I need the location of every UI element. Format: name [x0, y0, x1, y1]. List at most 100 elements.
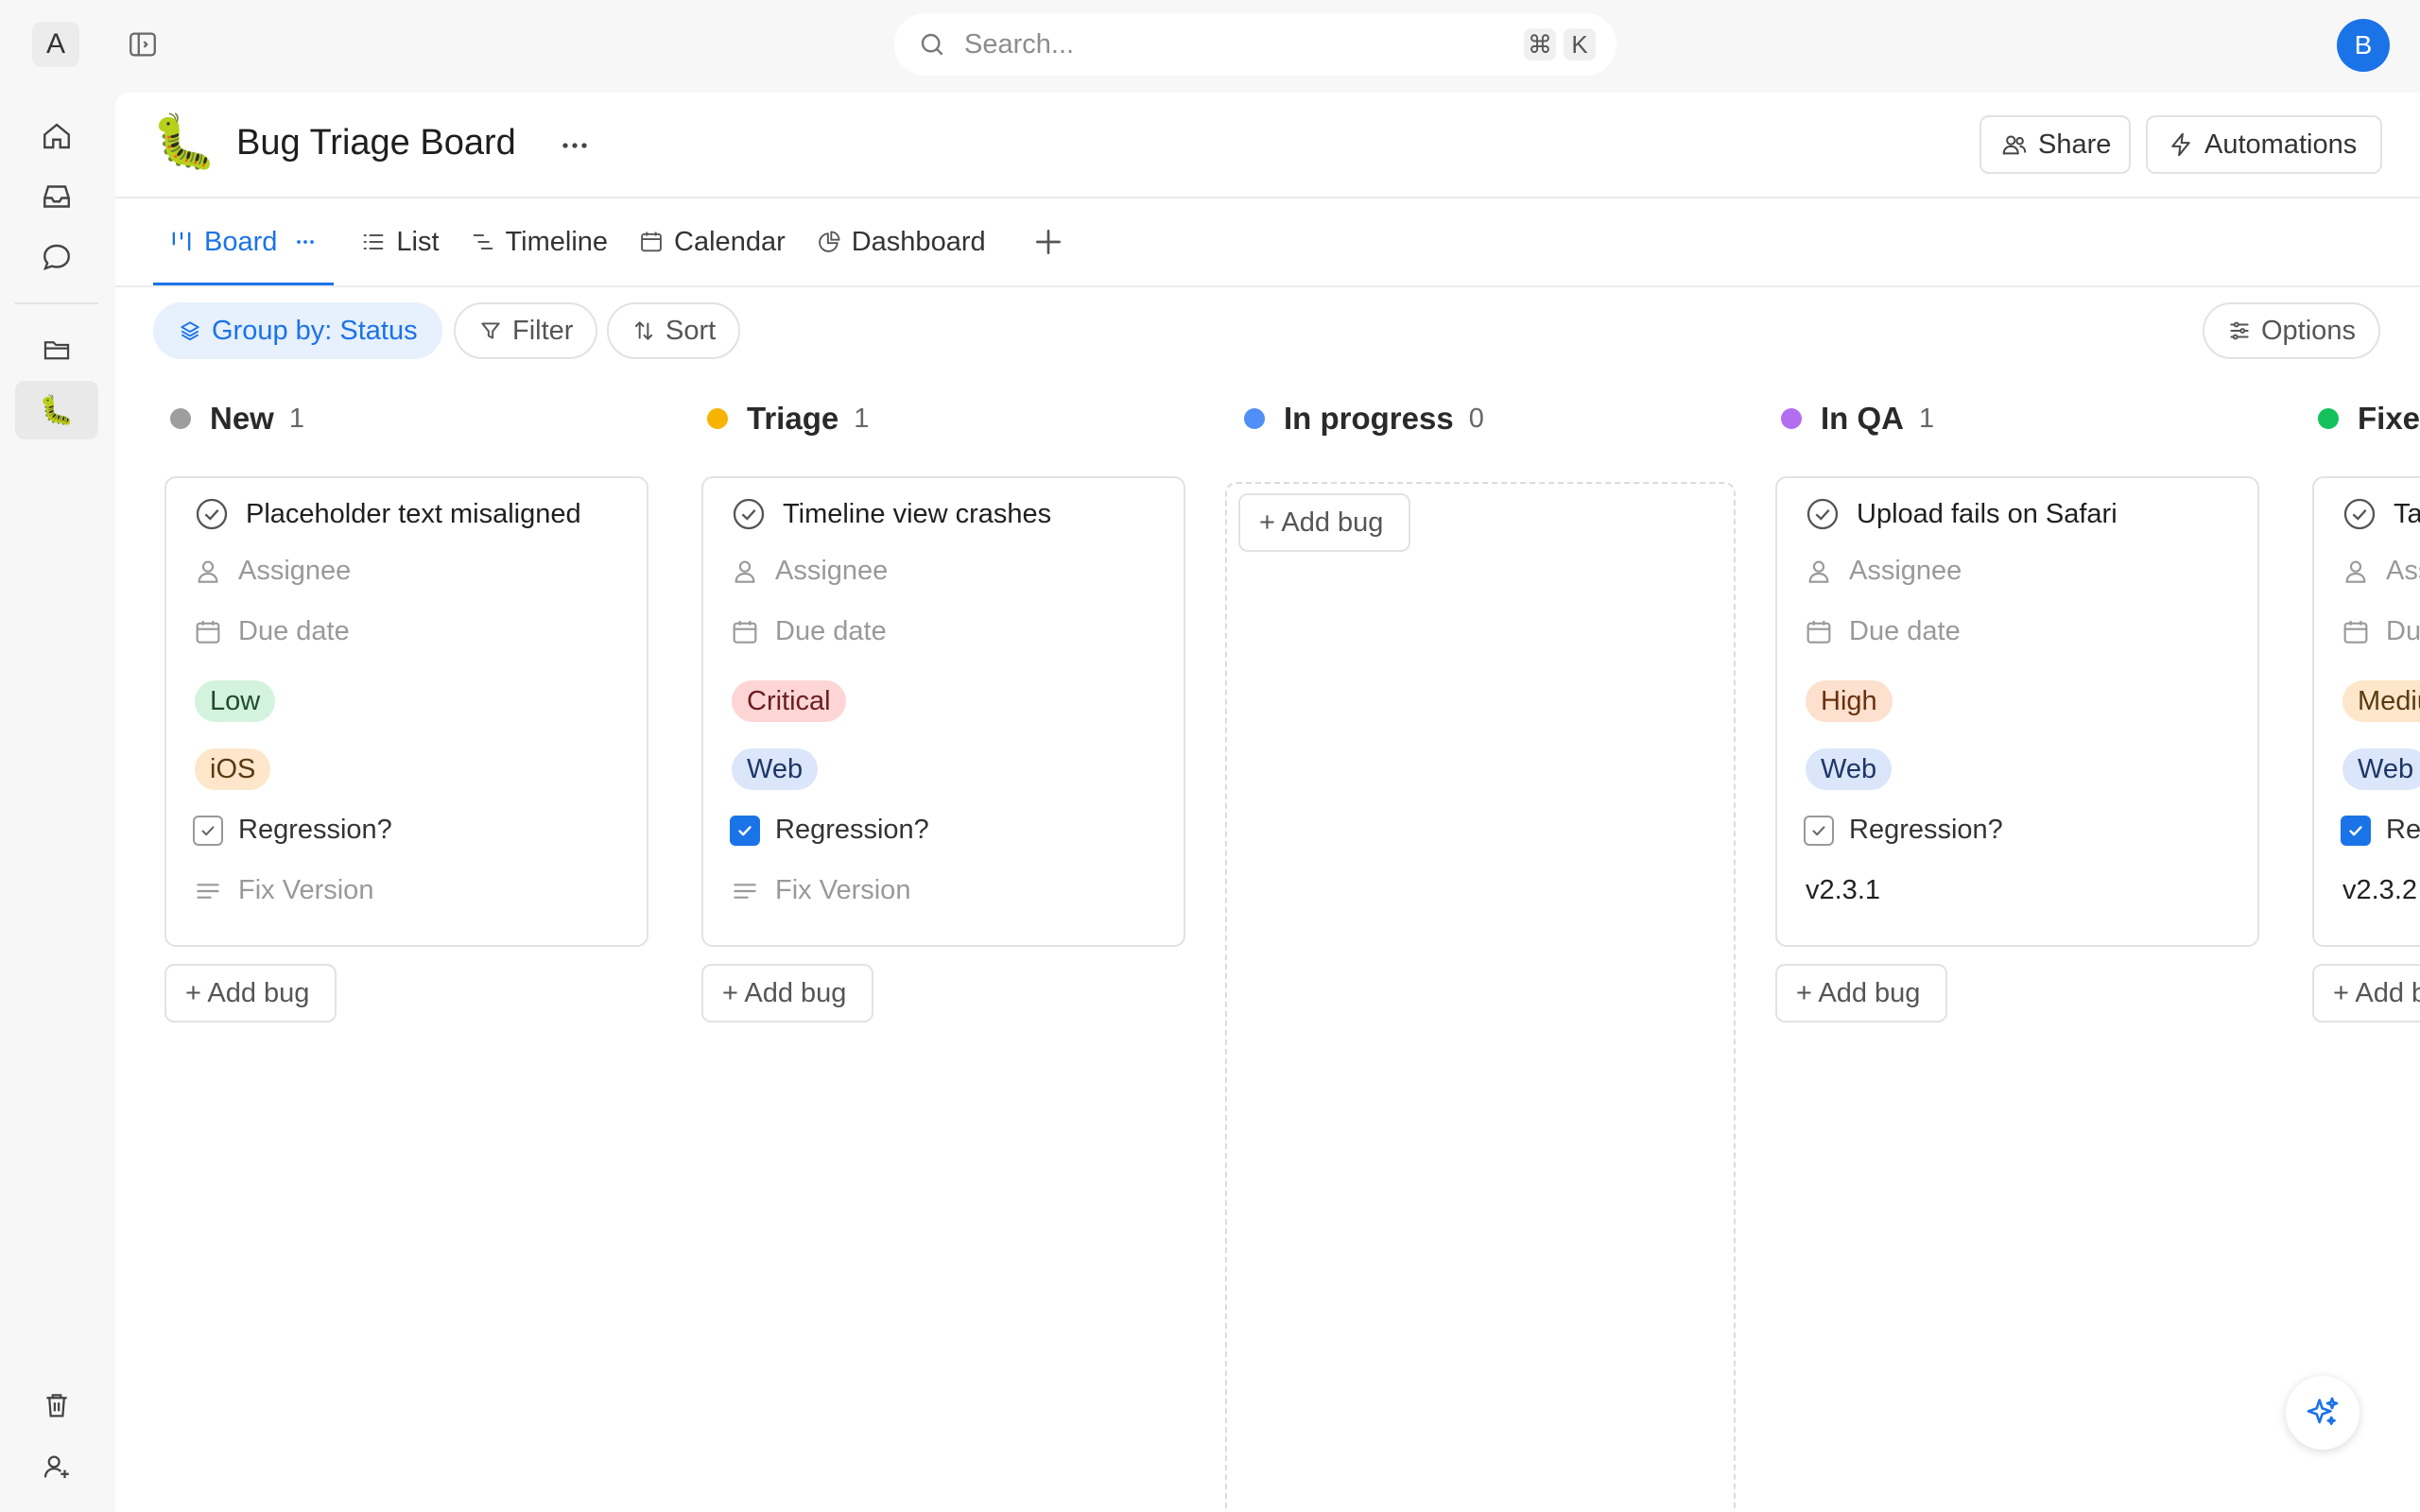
- status-check-icon[interactable]: [2341, 495, 2378, 533]
- fix-version-field[interactable]: v2.3.2: [2342, 875, 2417, 906]
- group-by-button[interactable]: Group by: Status: [153, 302, 442, 359]
- assignee-placeholder: Assignee: [238, 556, 352, 586]
- column-header-triage[interactable]: Triage 1: [707, 401, 869, 437]
- card-title-row: Timeline view crashes: [730, 495, 1051, 533]
- tab-calendar[interactable]: Calendar: [623, 198, 801, 285]
- bug-card[interactable]: Timeline view crashes Assignee Due date …: [701, 476, 1185, 947]
- card-title-row: Ta: [2341, 495, 2420, 533]
- assignee-field[interactable]: Assignee: [730, 556, 888, 587]
- due-date-field[interactable]: Due date: [730, 616, 887, 647]
- add-bug-button[interactable]: + Add bug: [1775, 964, 1947, 1022]
- home-icon[interactable]: [36, 115, 78, 157]
- add-user-icon[interactable]: [36, 1446, 78, 1487]
- fix-version-field[interactable]: v2.3.1: [1806, 875, 1880, 906]
- due-date-placeholder: Due date: [238, 616, 350, 646]
- group-by-label: Group by: Status: [212, 315, 418, 346]
- column-header-in-qa[interactable]: In QA 1: [1781, 401, 1934, 437]
- inbox-icon[interactable]: [36, 176, 78, 217]
- caterpillar-icon[interactable]: 🐛: [36, 389, 78, 431]
- shortcut-key: K: [1564, 28, 1596, 60]
- regression-checkbox[interactable]: [193, 815, 223, 846]
- assignee-field[interactable]: Assignee: [1804, 556, 1962, 587]
- add-view-icon[interactable]: [1029, 223, 1067, 261]
- chat-icon[interactable]: [36, 236, 78, 278]
- filter-button[interactable]: Filter: [454, 302, 598, 359]
- filter-label: Filter: [512, 315, 574, 346]
- board-icon: [168, 229, 195, 255]
- fix-version-value: v2.3.2: [2342, 875, 2417, 905]
- fix-version-placeholder: Fix Version: [238, 875, 374, 905]
- priority-badge[interactable]: Low: [195, 680, 276, 722]
- regression-field[interactable]: Regression?: [1804, 815, 2003, 846]
- search-bar[interactable]: Search... ⌘ K: [894, 13, 1616, 76]
- options-button[interactable]: Options: [2203, 302, 2380, 359]
- assignee-field[interactable]: Assignee: [193, 556, 351, 587]
- priority-badge[interactable]: Critical: [732, 680, 846, 722]
- person-icon: [2341, 557, 2371, 587]
- share-button[interactable]: Share: [1979, 115, 2131, 174]
- workspace-switcher[interactable]: A: [32, 22, 79, 67]
- add-bug-button[interactable]: + Add bug: [2312, 964, 2420, 1022]
- calendar-icon: [638, 229, 665, 255]
- assignee-field[interactable]: Assignee: [2341, 556, 2420, 587]
- bug-card[interactable]: Upload fails on Safari Assignee Due date…: [1775, 476, 2259, 947]
- priority-badge[interactable]: High: [1806, 680, 1893, 722]
- tab-dashboard[interactable]: Dashboard: [801, 198, 1001, 285]
- page-title[interactable]: Bug Triage Board: [236, 123, 516, 163]
- due-date-field[interactable]: Due date: [1804, 616, 1961, 647]
- platform-badge[interactable]: Web: [2342, 748, 2420, 790]
- ai-assistant-button[interactable]: [2286, 1376, 2360, 1450]
- calendar-icon: [730, 617, 760, 647]
- due-date-placeholder: Due date: [1849, 616, 1961, 646]
- calendar-icon: [1804, 617, 1834, 647]
- share-label: Share: [2038, 129, 2112, 160]
- column-header-new[interactable]: New 1: [170, 401, 304, 437]
- column-header-in-progress[interactable]: In progress 0: [1244, 401, 1484, 437]
- fix-version-field[interactable]: Fix Version: [193, 875, 373, 906]
- status-check-icon[interactable]: [730, 495, 768, 533]
- fix-version-field[interactable]: Fix Version: [730, 875, 910, 906]
- platform-badge[interactable]: iOS: [195, 748, 271, 790]
- add-bug-button[interactable]: + Add bug: [1238, 493, 1410, 552]
- tab-board[interactable]: Board: [153, 198, 335, 285]
- column-count: 1: [854, 403, 870, 434]
- regression-field[interactable]: Regression?: [730, 815, 929, 846]
- search-input[interactable]: Search...: [964, 29, 1516, 60]
- more-options-icon[interactable]: [556, 127, 594, 164]
- regression-checkbox[interactable]: [2341, 815, 2371, 846]
- column-count: 1: [1919, 403, 1935, 434]
- trash-icon[interactable]: [36, 1384, 78, 1426]
- status-check-icon[interactable]: [193, 495, 231, 533]
- user-avatar[interactable]: B: [2337, 19, 2390, 72]
- assignee-placeholder: Assignee: [775, 556, 889, 586]
- tab-timeline[interactable]: Timeline: [455, 198, 624, 285]
- sidebar-toggle-icon[interactable]: [127, 28, 159, 60]
- regression-field[interactable]: Regression?: [193, 815, 392, 846]
- platform-badge[interactable]: Web: [1806, 748, 1893, 790]
- sort-label: Sort: [666, 315, 717, 346]
- regression-checkbox[interactable]: [730, 815, 760, 846]
- regression-field[interactable]: Regression?: [2341, 815, 2420, 846]
- bug-card[interactable]: Placeholder text misaligned Assignee Due…: [164, 476, 648, 947]
- sort-icon: [631, 318, 656, 343]
- bug-card[interactable]: Ta Assignee Due date Medium Web Regressi…: [2312, 476, 2420, 947]
- empty-column-dropzone[interactable]: [1225, 482, 1736, 1512]
- status-check-icon[interactable]: [1804, 495, 1841, 533]
- sort-button[interactable]: Sort: [607, 302, 741, 359]
- due-date-field[interactable]: Due date: [193, 616, 350, 647]
- tab-list[interactable]: List: [345, 198, 454, 285]
- tab-label: List: [396, 226, 440, 257]
- text-lines-icon: [193, 876, 223, 906]
- add-bug-button[interactable]: + Add bug: [701, 964, 873, 1022]
- due-date-field[interactable]: Due date: [2341, 616, 2420, 647]
- add-bug-button[interactable]: + Add bug: [164, 964, 337, 1022]
- automations-button[interactable]: Automations: [2146, 115, 2382, 174]
- folder-icon[interactable]: [36, 329, 78, 370]
- tab-more-icon[interactable]: [292, 229, 319, 255]
- column-header-fixed[interactable]: Fixed: [2318, 401, 2420, 437]
- card-title: Ta: [2394, 498, 2420, 529]
- priority-badge[interactable]: Medium: [2342, 680, 2420, 722]
- sparkle-icon: [2304, 1394, 2342, 1432]
- regression-checkbox[interactable]: [1804, 815, 1834, 846]
- platform-badge[interactable]: Web: [732, 748, 819, 790]
